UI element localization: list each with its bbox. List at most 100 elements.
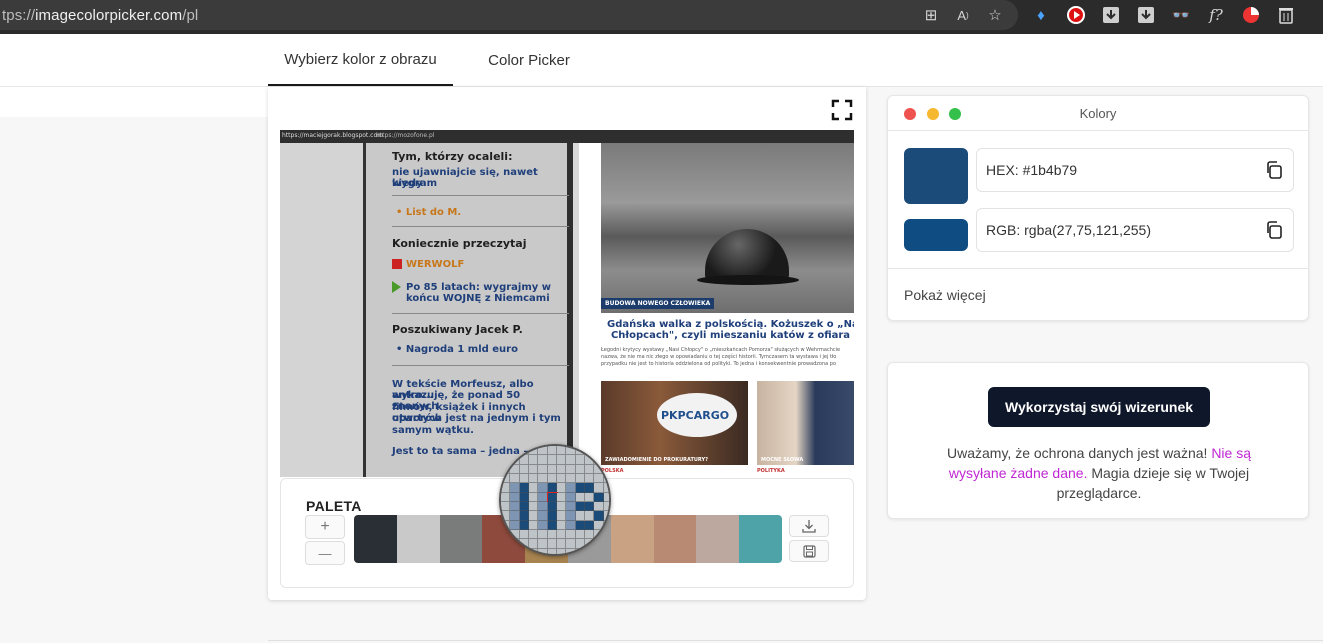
image-divider — [392, 195, 569, 196]
extension-download-icon[interactable] — [1100, 4, 1122, 26]
colors-panel: Kolory HEX: #1b4b79 RGB: rgba(27,75,121,… — [887, 95, 1309, 321]
download-palette-button[interactable] — [789, 515, 829, 537]
browser-toolbar: tps://imagecolorpicker.com/pl ⊞ A) ☆ ♦ 👓… — [0, 0, 1323, 34]
image-sidebar-text: wygram — [392, 178, 438, 189]
magnifier-pixel — [528, 464, 539, 474]
extension-function-icon[interactable]: f? — [1205, 4, 1227, 26]
footer-divider — [268, 640, 1323, 641]
magnifier-pixel — [547, 511, 557, 521]
magnifier-pixel — [538, 483, 548, 493]
magnifier-pixel — [575, 539, 585, 549]
image-news-title-line: Chłopcach", czyli mieszaniu katów z ofia… — [610, 330, 851, 341]
hex-value-text[interactable]: HEX: #1b4b79 — [986, 162, 1077, 178]
image-category: POLITYKA — [757, 468, 785, 474]
magnifier-pixel — [547, 529, 557, 540]
image-blog-sidebar: Tym, którzy ocaleli: nie ujawniajcie się… — [363, 143, 573, 477]
url-text[interactable]: tps://imagecolorpicker.com/pl — [2, 7, 198, 24]
privacy-text-part: Uważamy, że ochrona danych jest ważna! — [947, 445, 1208, 461]
palette-swatch[interactable] — [653, 515, 697, 563]
magnifier-pixel — [575, 473, 585, 484]
magnifier-pixel — [603, 492, 609, 502]
use-your-image-button[interactable]: Wykorzystaj swój wizerunek — [988, 387, 1210, 427]
copy-rgb-icon[interactable] — [1264, 220, 1284, 240]
palette-swatch[interactable] — [696, 515, 740, 563]
magnifier-pixel — [575, 511, 585, 521]
extension-play-icon[interactable] — [1065, 4, 1087, 26]
fullscreen-icon[interactable] — [831, 99, 853, 121]
magnifier-pixel — [575, 483, 585, 493]
magnifier-pixel — [556, 446, 567, 456]
show-more-row[interactable]: Pokaż więcej — [888, 268, 1308, 320]
magnifier-pixel — [584, 464, 595, 474]
magnifier-pixel — [538, 539, 548, 549]
add-color-button[interactable]: + — [305, 515, 345, 539]
image-sidebar-link: końcu WOJNĘ z Niemcami — [406, 293, 550, 304]
magnifier-pixel — [528, 455, 539, 465]
favorite-star-icon[interactable]: ☆ — [984, 4, 1006, 26]
hex-value-field[interactable]: HEX: #1b4b79 — [976, 148, 1294, 192]
image-sidebar-link: • Nagroda 1 mld euro — [396, 344, 518, 355]
extension-trash-icon[interactable] — [1275, 4, 1297, 26]
save-palette-button[interactable] — [789, 540, 829, 562]
header-strip — [0, 87, 268, 117]
app-available-icon[interactable]: ⊞ — [920, 4, 942, 26]
colors-panel-title: Kolory — [1079, 106, 1117, 121]
magnifier-pixel — [528, 492, 539, 502]
magnifier-pixel — [519, 492, 529, 502]
magnifier-pixel — [566, 464, 576, 474]
magnifier-pixel — [547, 548, 557, 554]
extension-glasses-icon[interactable]: 👓 — [1170, 4, 1192, 26]
address-bar[interactable]: tps://imagecolorpicker.com/pl ⊞ A) ☆ — [0, 0, 1018, 30]
remove-color-button[interactable]: — — [305, 541, 345, 565]
magnifier-pixel — [547, 464, 557, 474]
palette-swatch[interactable] — [439, 515, 483, 563]
magnifier-pixel — [528, 473, 539, 484]
loaded-image[interactable]: https://maciejgorak.blogspot.com https:/… — [280, 130, 854, 477]
magnifier-pixel — [547, 473, 557, 484]
magnifier-pixel — [556, 539, 567, 549]
magnifier-pixel — [501, 492, 511, 502]
magnifier-pixel — [519, 483, 529, 493]
extension-download2-icon[interactable] — [1135, 4, 1157, 26]
rgb-value-field[interactable]: RGB: rgba(27,75,121,255) — [976, 208, 1294, 252]
magnifier-pixel — [547, 501, 557, 512]
magnifier-pixel — [519, 529, 529, 540]
helmet-brim — [697, 275, 799, 285]
magnifier-pixel — [566, 511, 576, 521]
palette-swatch[interactable] — [610, 515, 654, 563]
magnifier-pixel — [556, 464, 567, 474]
palette-swatch[interactable] — [354, 515, 397, 563]
extension-diamond-icon[interactable]: ♦ — [1030, 4, 1052, 26]
read-aloud-icon[interactable]: A) — [952, 4, 974, 26]
rgb-value-text[interactable]: RGB: rgba(27,75,121,255) — [986, 222, 1151, 238]
magnifier-pixel — [556, 492, 567, 502]
palette-swatch[interactable] — [396, 515, 440, 563]
image-news-title: Gdańska walka z polskością. Kożuszek o „… — [607, 319, 854, 341]
save-icon — [802, 544, 816, 558]
image-sidebar-heading-2: Koniecznie przeczytaj — [392, 237, 527, 250]
magnifier-pixel — [566, 446, 576, 456]
copy-hex-icon[interactable] — [1264, 160, 1284, 180]
magnifier-pixel — [584, 511, 595, 521]
magnifier-pixel — [546, 491, 559, 504]
magnifier-pixel — [538, 520, 548, 530]
magnifier-pixel — [594, 492, 604, 502]
magnifier-pixel — [547, 455, 557, 465]
tab-pick-color-from-image[interactable]: Wybierz kolor z obrazu — [268, 34, 453, 86]
palette-swatch[interactable] — [739, 515, 782, 563]
magnifier-pixel — [584, 492, 595, 502]
hex-color-swatch — [904, 148, 968, 204]
magnifier-pixel — [556, 483, 567, 493]
image-divider — [392, 313, 569, 314]
image-sidebar-link: • List do M. — [396, 207, 462, 218]
extension-pie-icon[interactable] — [1240, 4, 1262, 26]
show-more-link[interactable]: Pokaż więcej — [904, 287, 986, 303]
magnifier-pixel — [510, 501, 520, 512]
image-url-right: https://mozofone.pl — [376, 132, 435, 139]
magnifier-pixel — [566, 529, 576, 540]
pkp-cargo-logo: PKPCARGO — [657, 393, 737, 437]
magnifier-pixel — [584, 473, 595, 484]
magnifier-pixel — [510, 520, 520, 530]
magnifier-pixel — [538, 511, 548, 521]
tab-color-picker[interactable]: Color Picker — [472, 34, 586, 86]
